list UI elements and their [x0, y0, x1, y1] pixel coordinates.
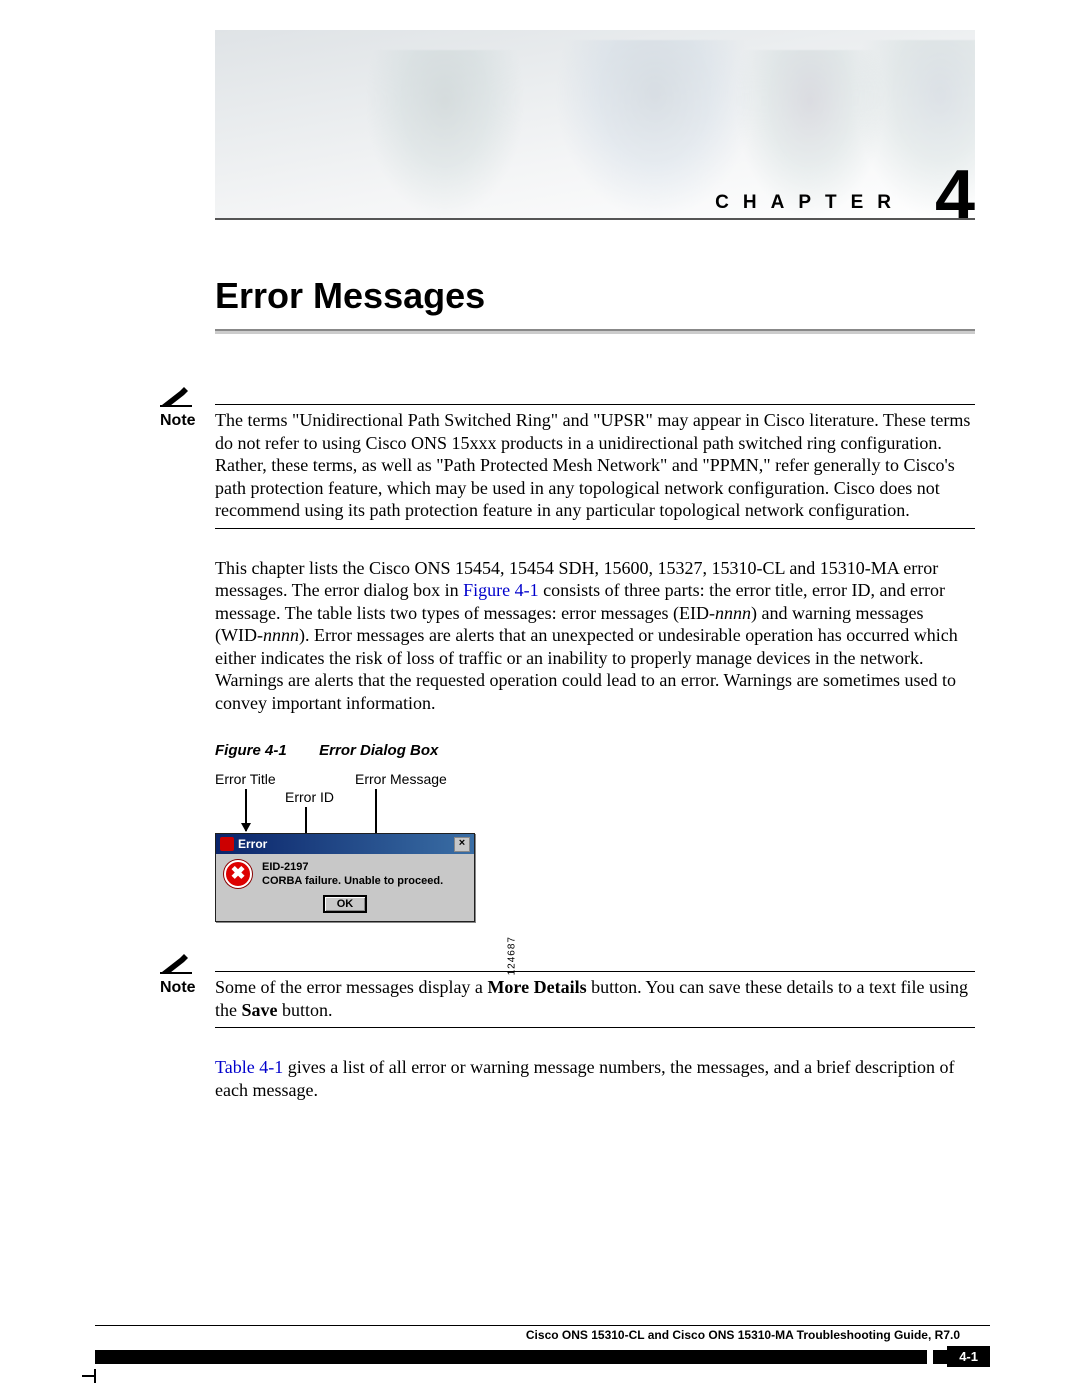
page-content: CHAPTER 4 Error Messages Note The terms … [95, 30, 990, 1101]
chapter-number: 4 [935, 160, 975, 220]
figure-caption: Figure 4-1 Error Dialog Box [215, 742, 990, 759]
chapter-label: CHAPTER [715, 192, 905, 214]
para2-post: gives a list of all error or warning mes… [215, 1057, 955, 1100]
pencil-icon [160, 954, 208, 974]
pencil-icon [160, 387, 208, 407]
note2-pre: Some of the error messages display a [215, 977, 487, 997]
callout-error-title: Error Title [215, 771, 276, 787]
body-paragraph-1: This chapter lists the Cisco ONS 15454, … [215, 557, 975, 715]
table-link[interactable]: Table 4-1 [215, 1057, 283, 1077]
body-paragraph-2: Table 4-1 gives a list of all error or w… [215, 1056, 975, 1101]
callout-error-message: Error Message [355, 771, 447, 787]
para1-nnnn2: nnnn [263, 625, 299, 645]
title-underline [215, 329, 975, 334]
footer-page-number: 4-1 [947, 1346, 990, 1367]
figure-reference-number: 124687 [506, 936, 517, 975]
note2-post: button. [278, 1000, 333, 1020]
crop-mark-icon [82, 1375, 96, 1377]
figure-area: Error Title Error ID Error Message Error… [215, 771, 495, 941]
close-icon[interactable]: × [454, 837, 470, 852]
ok-button[interactable]: OK [323, 895, 368, 913]
page-title: Error Messages [215, 275, 990, 317]
dialog-body: ✖ EID-2197 CORBA failure. Unable to proc… [216, 854, 474, 895]
arrow-icon [245, 789, 247, 831]
note2-b2: Save [242, 1000, 278, 1020]
note2-b1: More Details [487, 977, 586, 997]
note-block-1: Note The terms "Unidirectional Path Swit… [215, 404, 975, 529]
figure-number: Figure 4-1 [215, 742, 315, 759]
footer-doc-title: Cisco ONS 15310-CL and Cisco ONS 15310-M… [95, 1328, 960, 1342]
page-footer: Cisco ONS 15310-CL and Cisco ONS 15310-M… [95, 1325, 990, 1367]
para1-nnnn1: nnnn [715, 603, 751, 623]
error-dialog: Error × ✖ EID-2197 CORBA failure. Unable… [215, 833, 475, 922]
figure-link[interactable]: Figure 4-1 [463, 580, 539, 600]
note-label: Note [160, 978, 208, 998]
dialog-app-icon [220, 837, 234, 851]
chapter-header-image: CHAPTER 4 [215, 30, 975, 220]
note-block-2: Note Some of the error messages display … [215, 971, 975, 1028]
note-text: The terms "Unidirectional Path Switched … [215, 409, 975, 522]
footer-bar [95, 1350, 927, 1364]
note-text: Some of the error messages display a Mor… [215, 976, 975, 1021]
dialog-titlebar: Error × [216, 834, 474, 854]
error-icon: ✖ [224, 860, 252, 888]
footer-endcap [933, 1350, 947, 1364]
dialog-error-message: CORBA failure. Unable to proceed. [262, 874, 443, 888]
figure-title: Error Dialog Box [319, 742, 438, 759]
dialog-error-id: EID-2197 [262, 860, 443, 874]
callout-error-id: Error ID [285, 789, 334, 805]
para1-post: ). Error messages are alerts that an une… [215, 625, 958, 713]
dialog-title-text: Error [238, 837, 267, 851]
note-label: Note [160, 411, 208, 431]
